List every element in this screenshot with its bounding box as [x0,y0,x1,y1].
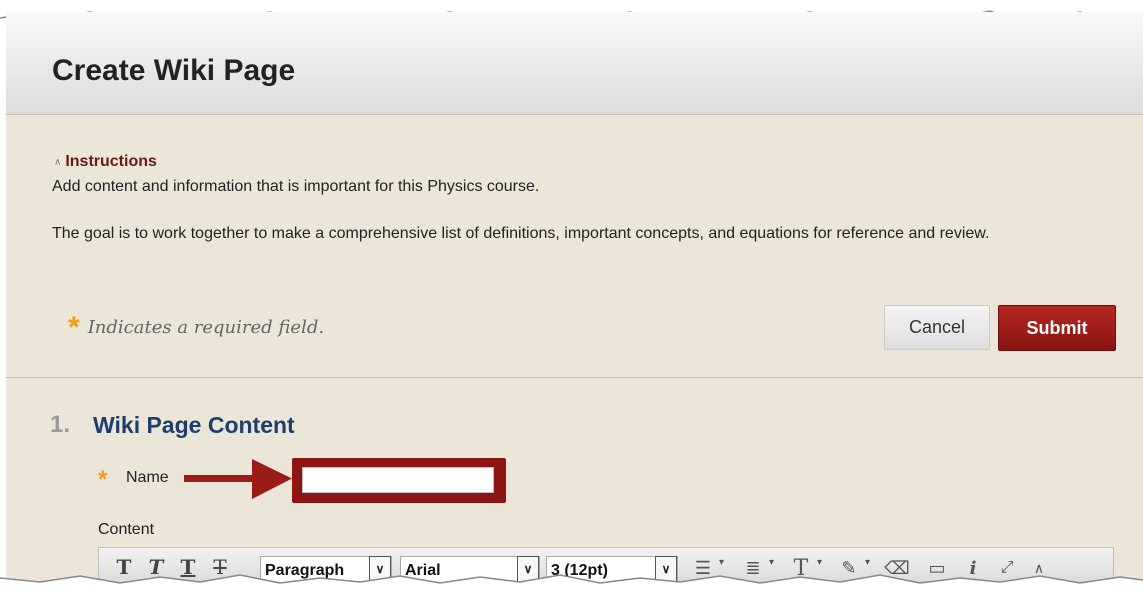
text-color-dropdown[interactable]: ▾ [817,557,822,568]
torn-bottom-edge [0,574,1143,592]
wiki-page-panel: Create Wiki Page ∧ Instructions Add cont… [6,12,1143,587]
cancel-button[interactable]: Cancel [884,305,990,350]
submit-button[interactable]: Submit [998,305,1116,351]
section-title: Wiki Page Content [93,412,295,438]
page-body: ∧ Instructions Add content and informati… [6,115,1143,587]
name-label: Name [126,469,169,486]
arrow-right-icon [184,459,292,499]
instructions-label: Instructions [65,153,157,170]
page-title: Create Wiki Page [52,54,296,87]
collapse-chevron-icon: ∧ [54,156,62,168]
section-number: 1. [50,411,71,438]
highlight-dropdown[interactable]: ▾ [865,557,870,568]
content-label: Content [98,521,155,538]
bullet-list-dropdown[interactable]: ▾ [719,557,724,568]
section-divider [6,377,1143,378]
required-field-note: * Indicates a required field. [68,310,325,344]
name-input[interactable] [302,467,494,493]
required-star-icon: * [68,310,80,344]
instructions-text-2: The goal is to work together to make a c… [52,225,990,242]
numbered-list-dropdown[interactable]: ▾ [769,557,774,568]
required-star-icon: * [98,466,108,493]
page-header: Create Wiki Page [6,12,1143,115]
instructions-text-1: Add content and information that is impo… [52,178,540,195]
required-note-text: Indicates a required field. [87,317,325,338]
instructions-toggle[interactable]: ∧ Instructions [54,153,157,171]
